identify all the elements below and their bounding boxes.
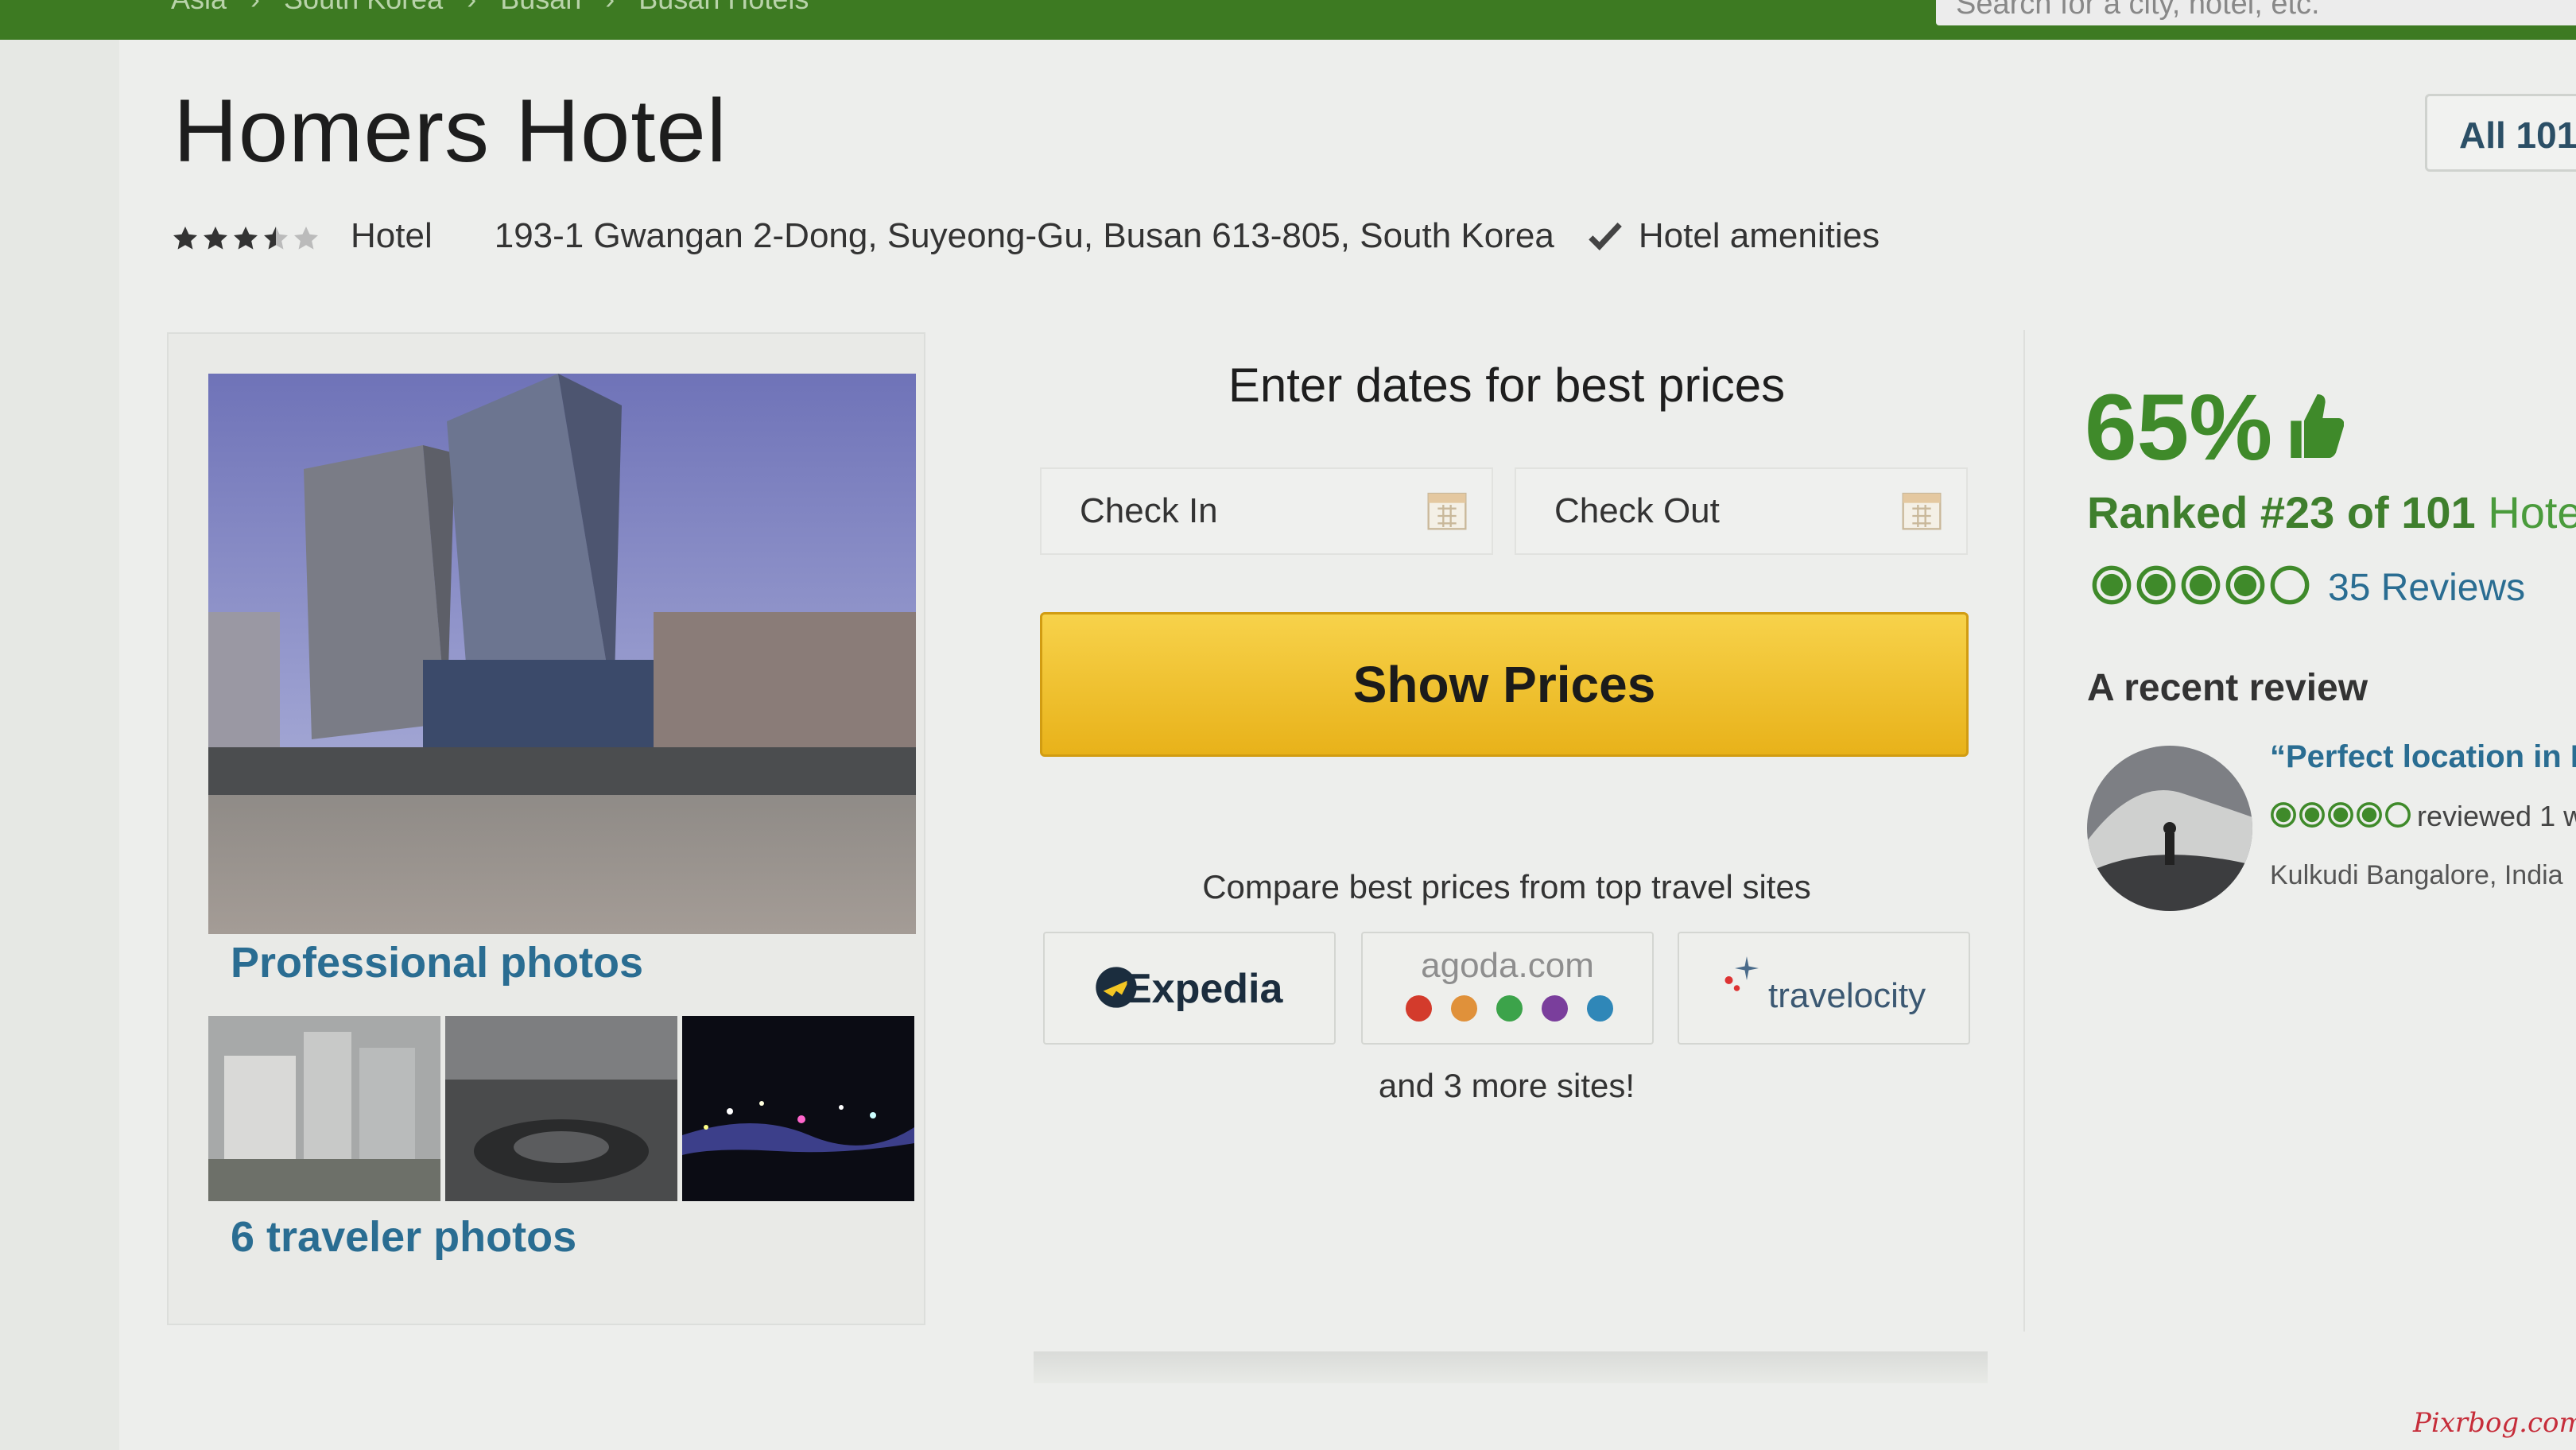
filled-bubble-icon xyxy=(2136,565,2176,605)
star-rating xyxy=(171,222,320,250)
filled-bubble-icon xyxy=(2181,565,2221,605)
filled-bubble-icon xyxy=(2328,802,2353,828)
hotel-info-line: Hotel 193-1 Gwangan 2-Dong, Suyeong-Gu, … xyxy=(171,216,1880,256)
panel-shadow xyxy=(1034,1351,1988,1383)
search-input[interactable]: Search for a city, hotel, etc. xyxy=(1936,0,2576,25)
watermark: Pixrbog.com xyxy=(2413,1407,2576,1439)
review-date: reviewed 1 w xyxy=(2417,800,2576,832)
half-star-icon xyxy=(262,222,290,250)
traveler-photo-thumbnail[interactable] xyxy=(445,1016,677,1201)
professional-photos-link[interactable]: Professional photos xyxy=(231,938,643,987)
partner-travelocity-button[interactable]: travelocity xyxy=(1678,932,1970,1045)
page-title: Homers Hotel xyxy=(173,81,727,180)
more-sites-text: and 3 more sites! xyxy=(1378,1067,1635,1104)
hotel-amenities-link[interactable]: Hotel amenities xyxy=(1639,216,1880,256)
traveler-photos-link[interactable]: 6 traveler photos xyxy=(231,1212,576,1262)
traveler-photo-thumbnail[interactable] xyxy=(682,1016,914,1201)
top-nav-bar: Asia› South Korea› Busan› Busan Hotels S… xyxy=(0,0,2576,40)
booking-title: Enter dates for best prices xyxy=(1228,359,1786,412)
breadcrumb: Asia› South Korea› Busan› Busan Hotels xyxy=(171,0,809,16)
breadcrumb-item[interactable]: Asia xyxy=(171,0,227,16)
bubble-rating xyxy=(2091,564,2310,606)
calendar-icon[interactable] xyxy=(1899,488,1944,533)
breadcrumb-item[interactable]: Busan Hotels xyxy=(638,0,809,16)
reviewer-avatar[interactable] xyxy=(2087,746,2252,911)
check-in-label: Check In xyxy=(1080,491,1218,530)
checkmark-icon xyxy=(1589,222,1622,250)
filled-bubble-icon xyxy=(2357,802,2382,828)
calendar-icon[interactable] xyxy=(1425,488,1469,533)
breadcrumb-item[interactable]: Busan xyxy=(500,0,581,16)
filled-bubble-icon xyxy=(2225,565,2265,605)
reviews-count-link[interactable]: 35 Reviews xyxy=(2328,566,2525,610)
recent-review-heading: A recent review xyxy=(2087,667,2368,709)
hotel-address[interactable]: 193-1 Gwangan 2-Dong, Suyeong-Gu, Busan … xyxy=(495,216,1554,256)
review-quote-link[interactable]: “Perfect location in B xyxy=(2270,739,2576,775)
reviewer-name[interactable]: Kulkudi Bangalore, India xyxy=(2270,860,2563,891)
filled-bubble-icon xyxy=(2299,802,2325,828)
ranking-category: Hotels xyxy=(2488,487,2576,537)
thumbs-up-icon xyxy=(2291,394,2344,458)
empty-bubble-icon xyxy=(2385,802,2411,828)
partner-name: Expedia xyxy=(1124,966,1283,1012)
filled-bubble-icon xyxy=(2271,802,2296,828)
agoda-dots-icon xyxy=(1406,995,1613,1022)
hotel-main-photo[interactable] xyxy=(208,374,916,934)
partner-agoda-button[interactable]: agoda.com xyxy=(1361,932,1654,1045)
traveler-photo-thumbnail[interactable] xyxy=(208,1016,440,1201)
star-icon xyxy=(171,222,200,250)
review-bubble-rating xyxy=(2270,801,2411,828)
star-icon xyxy=(201,222,230,250)
check-in-field[interactable]: Check In xyxy=(1040,467,1493,555)
compare-text: Compare best prices from top travel site… xyxy=(1202,868,1811,905)
empty-star-icon xyxy=(292,222,320,250)
hotel-ranking[interactable]: Ranked #23 of 101 Hotels xyxy=(2087,487,2576,538)
traveler-photo-strip xyxy=(208,1016,914,1201)
ranking-text: Ranked #23 of 101 xyxy=(2087,487,2476,537)
recommend-percent: 65% xyxy=(2085,375,2273,480)
empty-bubble-icon xyxy=(2270,565,2310,605)
partner-name: agoda.com xyxy=(1421,946,1594,985)
travelocity-star-icon xyxy=(1724,956,1759,991)
all-hotels-button[interactable]: All 101 xyxy=(2425,94,2576,172)
breadcrumb-item[interactable]: South Korea xyxy=(284,0,443,16)
star-icon xyxy=(231,222,260,250)
hotel-type: Hotel xyxy=(351,216,433,255)
check-out-field[interactable]: Check Out xyxy=(1515,467,1968,555)
check-out-label: Check Out xyxy=(1554,491,1720,530)
show-prices-button[interactable]: Show Prices xyxy=(1040,612,1969,757)
partner-name: travelocity xyxy=(1768,976,1926,1015)
filled-bubble-icon xyxy=(2092,565,2132,605)
partner-expedia-button[interactable]: Expedia xyxy=(1043,932,1336,1045)
